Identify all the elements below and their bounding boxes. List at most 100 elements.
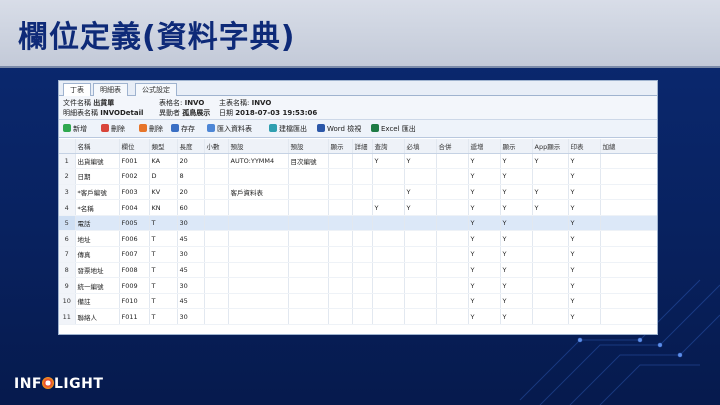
grid-cell[interactable] bbox=[204, 262, 229, 279]
grid-cell[interactable] bbox=[328, 168, 353, 185]
column-header[interactable]: 欄位 bbox=[119, 139, 150, 154]
grid-cell[interactable] bbox=[228, 168, 289, 185]
grid-cell[interactable] bbox=[532, 230, 569, 248]
grid-cell[interactable]: Y bbox=[568, 184, 601, 201]
grid-cell[interactable] bbox=[436, 199, 469, 216]
table-row[interactable]: 10 備註 F010 T 45 Y Y Y bbox=[59, 293, 657, 310]
grid-cell[interactable] bbox=[600, 246, 657, 263]
grid-cell[interactable] bbox=[288, 230, 329, 248]
grid-cell[interactable] bbox=[600, 262, 657, 279]
grid-cell[interactable] bbox=[328, 153, 353, 170]
grid-cell[interactable]: Y bbox=[468, 230, 501, 248]
grid-cell[interactable]: Y bbox=[468, 215, 501, 232]
grid-cell[interactable] bbox=[228, 262, 289, 279]
grid-cell[interactable]: Y bbox=[500, 308, 533, 326]
grid-cell[interactable] bbox=[372, 184, 405, 201]
grid-cell[interactable] bbox=[532, 215, 569, 232]
table-row[interactable]: 1 出貨編號 F001 KA 20 AUTO:YYMM4 目次編號 Y Y Y Y Y Y bbox=[59, 153, 657, 170]
grid-cell[interactable]: Y bbox=[404, 184, 437, 201]
table-row[interactable]: 3 *客戶編號 F003 KV 20 客戶資料表 Y Y Y Y Y bbox=[59, 184, 657, 201]
grid-cell[interactable]: F005 bbox=[119, 215, 150, 232]
grid-cell[interactable] bbox=[288, 262, 329, 279]
grid-cell[interactable] bbox=[372, 246, 405, 263]
grid-cell[interactable]: F003 bbox=[119, 184, 150, 201]
grid-cell[interactable]: Y bbox=[468, 184, 501, 201]
grid-cell[interactable] bbox=[532, 277, 569, 294]
grid-cell[interactable]: T bbox=[149, 293, 178, 310]
table-row[interactable]: 11 聯絡人 F011 T 30 Y Y Y bbox=[59, 308, 657, 326]
grid-cell[interactable]: Y bbox=[500, 230, 533, 248]
grid-cell[interactable]: Y bbox=[532, 153, 569, 170]
grid-cell[interactable] bbox=[352, 168, 373, 185]
table-row[interactable]: 4 *名稱 F004 KN 60 Y Y Y Y Y Y bbox=[59, 199, 657, 216]
grid-cell[interactable] bbox=[352, 293, 373, 310]
grid-cell[interactable]: 統一編號 bbox=[75, 277, 120, 294]
grid-cell[interactable] bbox=[228, 293, 289, 310]
grid-cell[interactable] bbox=[436, 293, 469, 310]
grid-cell[interactable] bbox=[328, 262, 353, 279]
grid-cell[interactable]: Y bbox=[568, 215, 601, 232]
add-button[interactable]: 新增 bbox=[63, 123, 87, 135]
grid-cell[interactable]: Y bbox=[568, 293, 601, 310]
grid-cell[interactable]: Y bbox=[568, 277, 601, 294]
grid-cell[interactable]: Y bbox=[568, 230, 601, 248]
grid-cell[interactable]: Y bbox=[500, 215, 533, 232]
table-row[interactable]: 7 傳真 F007 T 30 Y Y Y bbox=[59, 246, 657, 263]
grid-cell[interactable]: 聯絡人 bbox=[75, 308, 120, 326]
grid-cell[interactable] bbox=[228, 230, 289, 248]
grid-cell[interactable] bbox=[352, 230, 373, 248]
grid-cell[interactable]: 20 bbox=[177, 153, 205, 170]
grid-cell[interactable] bbox=[600, 168, 657, 185]
grid-cell[interactable] bbox=[328, 184, 353, 201]
grid-cell[interactable]: 日期 bbox=[75, 168, 120, 185]
grid-cell[interactable] bbox=[372, 293, 405, 310]
tab-formula[interactable]: 公式設定 bbox=[135, 83, 177, 96]
excel-export-button[interactable]: Excel 匯出 bbox=[371, 123, 416, 135]
grid-cell[interactable]: AUTO:YYMM4 bbox=[228, 153, 289, 170]
grid-cell[interactable]: Y bbox=[372, 153, 405, 170]
grid-cell[interactable] bbox=[532, 246, 569, 263]
grid-cell[interactable]: 地址 bbox=[75, 230, 120, 248]
grid-cell[interactable] bbox=[288, 308, 329, 326]
grid-cell[interactable]: F009 bbox=[119, 277, 150, 294]
grid-cell[interactable] bbox=[436, 168, 469, 185]
grid-cell[interactable]: F001 bbox=[119, 153, 150, 170]
grid-cell[interactable]: 客戶資料表 bbox=[228, 184, 289, 201]
column-header[interactable]: 查詢 bbox=[372, 139, 405, 154]
column-header[interactable]: 必填 bbox=[404, 139, 437, 154]
grid-cell[interactable] bbox=[204, 184, 229, 201]
grid-cell[interactable] bbox=[204, 215, 229, 232]
grid-cell[interactable] bbox=[404, 308, 437, 326]
grid-cell[interactable] bbox=[600, 230, 657, 248]
grid-cell[interactable] bbox=[328, 308, 353, 326]
grid-cell[interactable] bbox=[204, 246, 229, 263]
grid-cell[interactable]: Y bbox=[404, 199, 437, 216]
grid-cell[interactable]: Y bbox=[568, 153, 601, 170]
grid-cell[interactable]: T bbox=[149, 277, 178, 294]
grid-cell[interactable] bbox=[228, 215, 289, 232]
grid-cell[interactable]: Y bbox=[372, 199, 405, 216]
grid-cell[interactable] bbox=[352, 199, 373, 216]
grid-cell[interactable] bbox=[352, 184, 373, 201]
grid-cell[interactable] bbox=[404, 215, 437, 232]
grid-cell[interactable] bbox=[328, 277, 353, 294]
grid-cell[interactable]: Y bbox=[468, 246, 501, 263]
grid-cell[interactable] bbox=[328, 293, 353, 310]
grid-cell[interactable]: Y bbox=[468, 199, 501, 216]
grid-cell[interactable]: Y bbox=[500, 293, 533, 310]
grid-cell[interactable]: 備註 bbox=[75, 293, 120, 310]
grid-cell[interactable]: *名稱 bbox=[75, 199, 120, 216]
column-header[interactable]: 小數 bbox=[204, 139, 229, 154]
column-header[interactable]: 顯示 bbox=[500, 139, 533, 154]
grid-cell[interactable] bbox=[352, 277, 373, 294]
grid-cell[interactable] bbox=[288, 215, 329, 232]
column-header[interactable]: 預設 bbox=[228, 139, 289, 154]
grid-cell[interactable] bbox=[352, 215, 373, 232]
grid-cell[interactable]: Y bbox=[404, 153, 437, 170]
grid-cell[interactable] bbox=[352, 153, 373, 170]
column-header[interactable]: 名稱 bbox=[75, 139, 120, 154]
grid-cell[interactable] bbox=[228, 277, 289, 294]
table-row[interactable]: 2 日期 F002 D 8 Y Y Y bbox=[59, 168, 657, 185]
save-button[interactable]: 存存 bbox=[171, 123, 195, 135]
grid-cell[interactable] bbox=[436, 308, 469, 326]
